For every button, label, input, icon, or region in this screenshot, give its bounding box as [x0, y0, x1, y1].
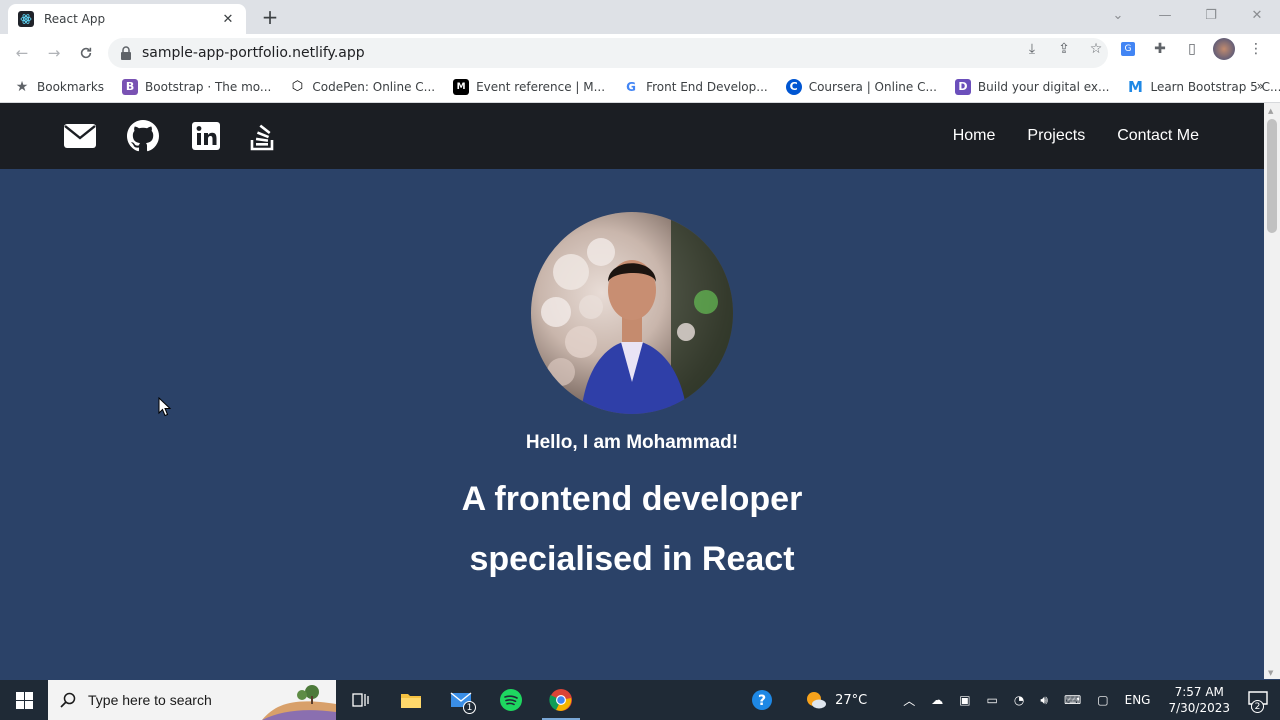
- side-panel-icon[interactable]: ▯: [1176, 38, 1208, 60]
- mdn-icon: M: [453, 78, 470, 95]
- system-tray: ? 27°C ︿ ☁ ▣ ▭ ◔ 🔊︎ ⌨ ▢ ENG 7:57 AM 7/30…: [743, 680, 1280, 720]
- github-icon[interactable]: [126, 119, 160, 153]
- nav-home[interactable]: Home: [953, 127, 996, 145]
- toolbar-actions: ⤓ ⇪ ☆ G ✚ ▯ ⋮: [1016, 38, 1272, 60]
- menu-icon[interactable]: ⋮: [1240, 38, 1272, 60]
- google-icon: G: [626, 79, 636, 94]
- bookmark-item[interactable]: ★ Bookmarks: [14, 79, 104, 95]
- tab-title: React App: [44, 12, 106, 26]
- bookmarks-overflow[interactable]: »: [1257, 79, 1264, 93]
- wifi-icon[interactable]: ◔: [1014, 693, 1024, 707]
- mouse-cursor-icon: [158, 397, 172, 417]
- bookmark-item[interactable]: ⬡ CodePen: Online C...: [289, 79, 435, 95]
- clock-time: 7:57 AM: [1174, 685, 1224, 699]
- close-tab-icon[interactable]: ✕: [220, 12, 236, 27]
- mail-badge: 1: [463, 701, 476, 714]
- hero-greeting: Hello, I am Mohammad!: [525, 432, 739, 453]
- bookmark-item[interactable]: G Front End Develop...: [623, 79, 768, 95]
- nav-contact[interactable]: Contact Me: [1117, 127, 1199, 145]
- web-page: Home Projects Contact Me Hello, I am Moh…: [0, 103, 1264, 679]
- bookmark-item[interactable]: C Coursera | Online C...: [785, 78, 937, 95]
- translate-icon[interactable]: G: [1112, 38, 1144, 60]
- new-tab-button[interactable]: +: [258, 5, 282, 29]
- bootstrap-icon: B: [122, 78, 139, 95]
- lock-icon: [121, 46, 131, 60]
- windows-icon: [15, 691, 33, 709]
- meet-now-icon[interactable]: ▣: [959, 693, 970, 707]
- scroll-up-icon[interactable]: ▲: [1268, 107, 1276, 115]
- screen: React App ✕ + ⌄ — ❐ ✕ ← → sample-app-por…: [0, 0, 1280, 720]
- svg-text:?: ?: [758, 693, 766, 709]
- search-placeholder: Type here to search: [88, 692, 212, 708]
- weather-widget[interactable]: 27°C: [805, 691, 875, 709]
- bookmark-item[interactable]: D Build your digital ex...: [954, 78, 1109, 95]
- nav-links: Home Projects Contact Me: [921, 103, 1199, 169]
- react-icon: [18, 11, 34, 27]
- tablet-mode-icon[interactable]: ▢: [1097, 693, 1108, 707]
- digital-icon: D: [954, 78, 971, 95]
- bookmarks-bar: ★ Bookmarks B Bootstrap · The mo... ⬡ Co…: [0, 71, 1280, 103]
- bookmark-item[interactable]: M Event reference | M...: [453, 78, 605, 95]
- bookmark-star-icon[interactable]: ☆: [1080, 38, 1112, 60]
- learn-icon: M: [1128, 77, 1143, 96]
- headline-line-1: A frontend developer: [461, 480, 803, 518]
- spotify-icon[interactable]: [486, 680, 536, 720]
- close-window-button[interactable]: ✕: [1234, 0, 1280, 30]
- notifications-icon[interactable]: 2: [1248, 691, 1268, 713]
- codepen-icon: ⬡: [291, 79, 304, 94]
- onedrive-icon[interactable]: ☁: [931, 693, 943, 707]
- reload-button[interactable]: [73, 40, 99, 66]
- keyboard-icon[interactable]: ⌨: [1064, 693, 1081, 707]
- file-explorer-icon[interactable]: [386, 680, 436, 720]
- start-button[interactable]: [0, 680, 48, 720]
- task-view-button[interactable]: [336, 680, 386, 720]
- browser-titlebar: React App ✕ + ⌄ — ❐ ✕: [0, 0, 1280, 34]
- email-icon[interactable]: [63, 119, 97, 153]
- clock-date: 7/30/2023: [1168, 701, 1230, 715]
- scroll-thumb[interactable]: [1267, 119, 1277, 233]
- browser-tab[interactable]: React App ✕: [8, 4, 246, 34]
- extensions-icon[interactable]: ✚: [1144, 38, 1176, 60]
- bookmark-item[interactable]: B Bootstrap · The mo...: [122, 78, 271, 95]
- scroll-down-icon[interactable]: ▼: [1268, 669, 1273, 677]
- star-icon: ★: [15, 78, 29, 95]
- hero-headline: A frontend developer specialised in Reac…: [0, 469, 1264, 589]
- tab-search-icon[interactable]: ⌄: [1098, 0, 1138, 30]
- browser-toolbar: ← → sample-app-portfolio.netlify.app ⤓ ⇪…: [0, 34, 1280, 71]
- forward-button[interactable]: →: [41, 40, 67, 66]
- profile-avatar[interactable]: [1208, 38, 1240, 60]
- weather-sun-cloud-icon: [807, 692, 827, 709]
- minimize-button[interactable]: —: [1142, 0, 1188, 30]
- help-icon[interactable]: ?: [751, 689, 773, 711]
- windows-taskbar: Type here to search 1 ? 27°C ︿ ☁ ▣ ▭ ◔ 🔊…: [0, 680, 1280, 720]
- show-hidden-icons[interactable]: ︿: [903, 692, 915, 709]
- url-text: sample-app-portfolio.netlify.app: [142, 45, 365, 61]
- address-bar[interactable]: sample-app-portfolio.netlify.app: [108, 38, 1108, 68]
- profile-photo: [531, 212, 733, 414]
- linkedin-icon[interactable]: [189, 119, 223, 153]
- clock[interactable]: 7:57 AM 7/30/2023: [1168, 684, 1230, 716]
- window-controls: ⌄ — ❐ ✕: [1098, 0, 1280, 34]
- language-indicator[interactable]: ENG: [1125, 693, 1151, 707]
- search-icon: [60, 692, 76, 708]
- restore-button[interactable]: ❐: [1188, 0, 1234, 30]
- site-navbar: Home Projects Contact Me: [0, 103, 1264, 169]
- stackoverflow-icon[interactable]: [246, 119, 280, 153]
- search-highlight-illustration: [262, 680, 336, 720]
- page-scrollbar[interactable]: ▲ ▼: [1264, 103, 1280, 679]
- notification-badge: 2: [1251, 700, 1264, 713]
- hero-section: Hello, I am Mohammad! A frontend develop…: [0, 169, 1264, 679]
- battery-icon[interactable]: ▭: [987, 693, 998, 707]
- back-button[interactable]: ←: [9, 40, 35, 66]
- install-icon[interactable]: ⤓: [1016, 38, 1048, 60]
- chrome-icon[interactable]: [536, 680, 586, 720]
- coursera-icon: C: [785, 78, 802, 95]
- share-icon[interactable]: ⇪: [1048, 38, 1080, 60]
- nav-projects[interactable]: Projects: [1027, 127, 1085, 145]
- headline-line-2: specialised in React: [469, 540, 795, 578]
- mail-icon[interactable]: 1: [436, 680, 486, 720]
- volume-icon[interactable]: 🔊︎: [1040, 693, 1048, 708]
- taskbar-search[interactable]: Type here to search: [48, 680, 336, 720]
